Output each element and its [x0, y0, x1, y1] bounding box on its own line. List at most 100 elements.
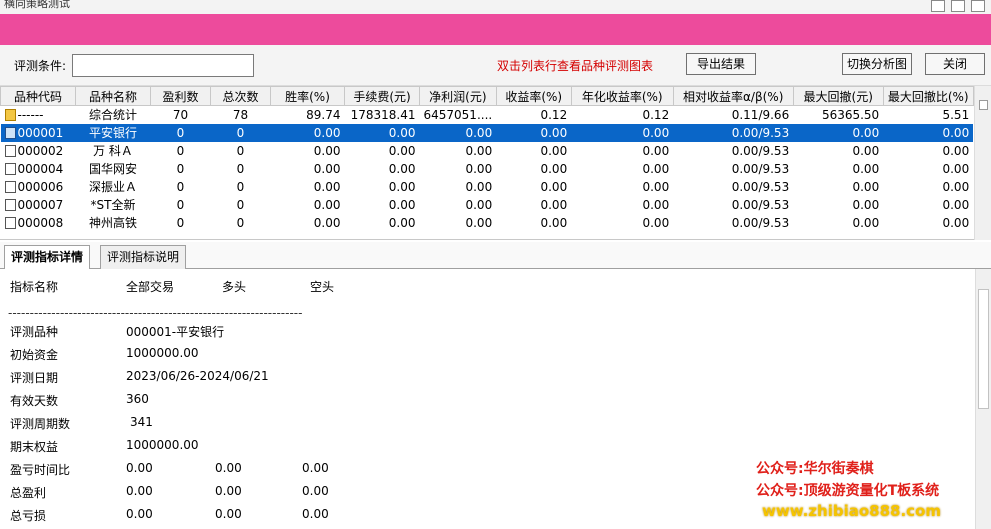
switch-chart-button[interactable]: 切换分析图: [842, 53, 912, 75]
table-cell: 0: [236, 161, 245, 176]
table-cell: 0: [236, 143, 245, 158]
table-cell: 0.00: [388, 179, 416, 194]
table-row[interactable]: 000001 平安银行 0 0 0.00 0.00 0.00 0.00 0.00 0.00/9.5…: [0, 123, 974, 142]
metric-name: 盈亏时间比: [10, 463, 71, 477]
header-long: 多头: [222, 280, 247, 294]
table-cell: 5.51: [942, 107, 970, 122]
table-cell: 0.00: [465, 179, 493, 194]
table-cell: 89.74: [306, 107, 341, 122]
table-cell: 0.12: [540, 107, 568, 122]
tab-metrics-detail[interactable]: 评测指标详情: [4, 245, 91, 270]
metric-name: 期末权益: [10, 440, 59, 454]
column-header[interactable]: 净利润(元): [419, 86, 497, 106]
table-cell: 国华网安: [88, 162, 137, 176]
column-header[interactable]: 品种代码: [0, 86, 76, 106]
column-header[interactable]: 收益率(%): [495, 86, 572, 106]
column-header[interactable]: 相对收益率α/β(%): [672, 86, 794, 106]
document-icon: [4, 180, 16, 193]
table-cell: 0.00: [465, 161, 493, 176]
table-cell: 0.00: [642, 179, 670, 194]
tab-metrics-explanation[interactable]: 评测指标说明: [100, 245, 187, 269]
table-cell: 0.12: [642, 107, 670, 122]
table-cell: 0.00: [852, 197, 880, 212]
table-cell: 0.00: [642, 143, 670, 158]
condition-label: 评测条件:: [14, 59, 67, 73]
code-text: 000006: [17, 179, 64, 194]
table-cell: 000004: [1, 160, 76, 178]
code-text: 000002: [17, 143, 64, 158]
table-cell: 0.00: [942, 215, 970, 230]
detail-tabs: 评测指标详情 评测指标说明: [0, 242, 991, 270]
table-cell: 000001: [0, 123, 76, 142]
table-row[interactable]: ------ 综合统计 70 78 89.74 178318.41 6457051.... 0…: [1, 106, 974, 124]
table-cell: 0.00: [942, 197, 970, 212]
table-cell: 0.00: [540, 197, 568, 212]
table-cell: 0.00: [313, 179, 341, 194]
grid-scrollbar[interactable]: [974, 86, 991, 240]
table-cell: 000007: [1, 196, 76, 214]
column-header[interactable]: 最大回撤(元): [792, 86, 884, 106]
column-header[interactable]: 盈利数: [150, 86, 211, 106]
table-cell: 0.00: [465, 197, 493, 212]
column-header[interactable]: 品种名称: [75, 86, 151, 106]
table-cell: 0.00: [540, 161, 568, 176]
table-cell: 000008: [1, 214, 76, 232]
metric-value: 1000000.00: [126, 346, 199, 360]
table-row[interactable]: 000008 神州高铁 0 0 0.00 0.00 0.00 0.00 0.00 0.00/9.5…: [1, 214, 974, 232]
table-row[interactable]: 000004 国华网安 0 0 0.00 0.00 0.00 0.00 0.00 0.00/9.5…: [1, 160, 974, 178]
table-cell: 0: [236, 179, 245, 194]
table-cell: 0.00: [388, 161, 416, 176]
table-cell: 0.00: [793, 123, 884, 142]
table-cell: 0: [176, 161, 185, 176]
table-cell: 0.00/9.53: [731, 161, 790, 176]
table-cell: 0.00: [540, 179, 568, 194]
metric-name: 有效天数: [10, 394, 59, 408]
table-cell: 70: [172, 107, 189, 122]
detail-scroll-thumb[interactable]: [978, 289, 989, 409]
table-cell: 0.00: [313, 215, 341, 230]
table-row[interactable]: 000002 万 科Ａ 0 0 0.00 0.00 0.00 0.00 0.00 0.00/9.5…: [1, 142, 974, 160]
column-header[interactable]: 年化收益率(%): [570, 86, 674, 106]
table-cell: 0.00: [942, 143, 970, 158]
table-cell: 0.00/9.53: [673, 123, 794, 142]
close-button[interactable]: 关闭: [925, 53, 985, 75]
table-cell: 0: [236, 215, 245, 230]
document-icon: [4, 216, 16, 229]
window-title: 横向策略测试: [4, 0, 70, 10]
metric-value: 2023/06/26-2024/06/21: [126, 369, 269, 383]
code-text: 000007: [17, 197, 64, 212]
table-cell: 0.00: [388, 197, 416, 212]
watermark-line-3: www.zhibiao888.com: [762, 502, 942, 520]
hint-text: 双击列表行查看品种评测图表: [497, 59, 654, 73]
table-row[interactable]: 000007 *ST全新 0 0 0.00 0.00 0.00 0.00 0.00 0.00/9.…: [1, 196, 974, 214]
table-cell: 综合统计: [88, 108, 137, 123]
export-button[interactable]: 导出结果: [686, 53, 756, 75]
table-cell: 0: [176, 143, 185, 158]
metric-value: 0.00: [215, 461, 242, 475]
table-row[interactable]: 000006 深振业Ａ 0 0 0.00 0.00 0.00 0.00 0.00 0.00/9.5…: [1, 178, 974, 196]
table-cell: 0.00: [496, 123, 572, 142]
code-text: ------: [17, 107, 44, 122]
minimize-button[interactable]: [931, 0, 945, 12]
condition-input[interactable]: [72, 54, 254, 77]
table-cell: 深振业Ａ: [88, 180, 137, 194]
metric-name: 初始资金: [10, 348, 59, 362]
column-header[interactable]: 胜率(%): [270, 86, 345, 106]
code-text: 000001: [17, 125, 64, 140]
column-header[interactable]: 总次数: [210, 86, 271, 106]
table-cell: 0.00: [419, 123, 497, 142]
metric-value: 0.00: [302, 507, 329, 521]
column-header[interactable]: 手续费(元): [344, 86, 420, 106]
table-cell: 万 科Ａ: [93, 144, 133, 158]
grid-scroll-thumb[interactable]: [979, 100, 988, 110]
table-cell: 0.00: [465, 215, 493, 230]
close-window-button[interactable]: [971, 0, 985, 12]
maximize-button[interactable]: [951, 0, 965, 12]
metric-name: 总盈利: [10, 486, 47, 500]
metric-name: 评测日期: [10, 371, 59, 385]
table-cell: 0.00: [540, 143, 568, 158]
detail-scrollbar[interactable]: [975, 269, 991, 529]
column-header[interactable]: 最大回撤比(%): [882, 86, 974, 106]
table-cell: 0: [176, 215, 185, 230]
metric-value: 360: [126, 392, 149, 406]
